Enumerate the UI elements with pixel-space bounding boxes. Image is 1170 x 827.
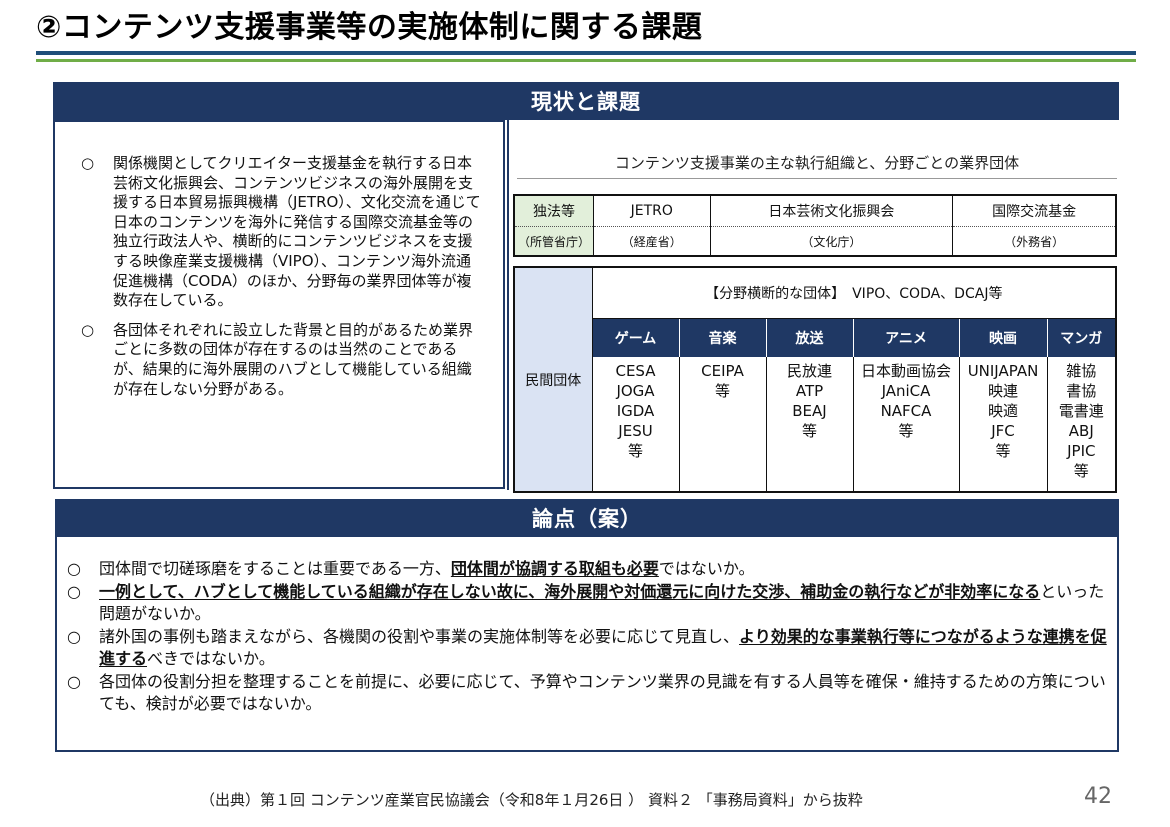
org-name: ABJ xyxy=(1068,422,1094,440)
iai-ministry-cell: （外務省） xyxy=(952,226,1116,256)
status-section-header: 現状と課題 xyxy=(53,82,1119,120)
org-name: 映適 xyxy=(987,402,1018,420)
issues-text-box: ○ 団体間で切磋琢磨をすることは重要である一方、団体間が協調する取組も必要ではな… xyxy=(55,537,1119,752)
issue-emphasis: 一例として、ハブとして機能している組織が存在しない故に、海外展開や対価還元に向け… xyxy=(99,582,1041,601)
issue-text: べきではないか。 xyxy=(147,649,275,668)
org-name: IGDA xyxy=(616,402,655,420)
issues-section-header: 論点（案） xyxy=(55,499,1119,537)
org-name: 等 xyxy=(627,442,643,460)
org-name: JPIC xyxy=(1067,442,1096,460)
issues-list: ○ 団体間で切磋琢磨をすることは重要である一方、団体間が協調する取組も必要ではな… xyxy=(67,558,1107,716)
status-bullet: ○ 関係機関としてクリエイター支援基金を執行する日本芸術文化振興会、コンテンツビ… xyxy=(81,154,483,311)
issue-text: 団体間で切磋琢磨をすることは重要である一方、 xyxy=(99,559,451,578)
issue-text: 諸外国の事例も踏まえながら、各機関の役割や事業の実施体制等を必要に応じて見直し、 xyxy=(99,627,740,646)
org-name: 等 xyxy=(995,442,1011,460)
status-bullet: ○ 各団体それぞれに設立した背景と目的があるため業界ごとに多数の団体が存在するの… xyxy=(81,321,483,399)
org-name: 日本動画協会 xyxy=(860,362,951,380)
private-label: 民間団体 xyxy=(514,267,592,492)
source-citation: （出典）第１回 コンテンツ産業官民協議会（令和8年１月26日 ） 資料２ 「事務… xyxy=(200,791,863,809)
org-chart-caption: コンテンツ支援事業の主な執行組織と、分野ごとの業界団体 xyxy=(614,154,1020,172)
org-name: JFC xyxy=(991,422,1015,440)
category-orgs: 雑協 書協 電書連 ABJ JPIC 等 xyxy=(1046,357,1117,492)
circle-bullet-icon: ○ xyxy=(81,154,95,172)
category-header: アニメ xyxy=(852,318,959,357)
status-bullet-text: 関係機関としてクリエイター支援基金を執行する日本芸術文化振興会、コンテンツビジネ… xyxy=(113,154,481,310)
category-header-row: ゲーム 音楽 放送 アニメ 映画 マンガ xyxy=(514,318,1117,357)
org-name: BEAJ xyxy=(792,402,827,420)
org-name: JOGA xyxy=(616,382,655,400)
issue-text: 各団体の役割分担を整理することを前提に、必要に応じて、予算やコンテンツ業界の見識… xyxy=(99,672,1106,713)
circle-bullet-icon: ○ xyxy=(67,582,81,601)
category-header: 音楽 xyxy=(678,318,766,357)
org-name: CEIPA xyxy=(701,362,744,380)
caption-underline xyxy=(517,178,1117,179)
org-name: 電書連 xyxy=(1058,402,1104,420)
circle-bullet-icon: ○ xyxy=(67,672,81,691)
issue-item: ○ 諸外国の事例も踏まえながら、各機関の役割や事業の実施体制等を必要に応じて見直… xyxy=(67,626,1107,670)
iai-name-cell: JETRO xyxy=(593,195,711,227)
org-name: UNIJAPAN xyxy=(967,362,1039,380)
org-name: 雑協 xyxy=(1066,362,1097,380)
iai-ministry-cell: （経産省） xyxy=(593,226,711,256)
category-orgs: 日本動画協会 JAniCA NAFCA 等 xyxy=(852,357,959,492)
category-orgs: 民放連 ATP BEAJ 等 xyxy=(765,357,853,492)
category-header: ゲーム xyxy=(591,318,679,357)
org-name: ATP xyxy=(795,382,824,400)
org-name: JESU xyxy=(618,422,653,440)
category-orgs: UNIJAPAN 映連 映適 JFC 等 xyxy=(958,357,1047,492)
category-header: 放送 xyxy=(765,318,853,357)
title-rule-blue xyxy=(36,51,1136,55)
org-name: 映連 xyxy=(987,382,1018,400)
category-orgs: CESA JOGA IGDA JESU 等 xyxy=(591,357,679,492)
issue-text: ではないか。 xyxy=(658,559,755,578)
issue-item: ○ 団体間で切磋琢磨をすることは重要である一方、団体間が協調する取組も必要ではな… xyxy=(67,558,1107,580)
issue-item: ○ 一例として、ハブとして機能している組織が存在しない故に、海外展開や対価還元に… xyxy=(67,581,1107,625)
org-name: JAniCA xyxy=(881,382,931,400)
iai-name-cell: 日本芸術文化振興会 xyxy=(709,195,953,227)
category-orgs-row: CESA JOGA IGDA JESU 等 CEIPA 等 民放連 ATP BE… xyxy=(514,357,1117,492)
category-header: マンガ xyxy=(1046,318,1117,357)
org-name: 等 xyxy=(714,382,730,400)
org-name: 書協 xyxy=(1066,382,1097,400)
page-number: 42 xyxy=(1084,784,1112,809)
iai-table: 独法等 JETRO 日本芸術文化振興会 国際交流基金 （所管省庁） （経産省） … xyxy=(513,194,1117,257)
circle-bullet-icon: ○ xyxy=(81,320,95,339)
status-bullet-list: ○ 関係機関としてクリエイター支援基金を執行する日本芸術文化振興会、コンテンツビ… xyxy=(81,154,483,409)
iai-ministry-row: （所管省庁） （経産省） （文化庁） （外務省） xyxy=(514,226,1116,256)
title-rule-green xyxy=(36,59,1136,62)
private-org-table: 民間団体 【分野横断的な団体】 VIPO、CODA、DCAJ等 ゲーム 音楽 放… xyxy=(513,266,1118,493)
iai-ministry-cell: （文化庁） xyxy=(709,226,953,256)
page-title: ②コンテンツ支援事業等の実施体制に関する課題 xyxy=(36,10,703,45)
circle-bullet-icon: ○ xyxy=(67,627,81,646)
org-name: 等 xyxy=(898,422,914,440)
status-bullet-text: 各団体それぞれに設立した背景と目的があるため業界ごとに多数の団体が存在するのは当… xyxy=(113,320,474,398)
issue-item: ○ 各団体の役割分担を整理することを前提に、必要に応じて、予算やコンテンツ業界の… xyxy=(67,671,1107,715)
org-name: NAFCA xyxy=(880,402,932,420)
org-chart-divider xyxy=(507,120,509,490)
iai-name-cell: 国際交流基金 xyxy=(952,195,1116,227)
org-chart-area: コンテンツ支援事業の主な執行組織と、分野ごとの業界団体 独法等 JETRO 日本… xyxy=(507,120,1119,493)
org-name: 等 xyxy=(1073,462,1089,480)
issue-emphasis: 団体間が協調する取組も必要 xyxy=(450,559,659,578)
org-name: 等 xyxy=(801,422,817,440)
category-orgs: CEIPA 等 xyxy=(678,357,766,492)
iai-label: 独法等 xyxy=(514,195,594,227)
circle-bullet-icon: ○ xyxy=(67,559,81,578)
org-name: CESA xyxy=(615,362,656,380)
cross-sector-cell: 【分野横断的な団体】 VIPO、CODA、DCAJ等 xyxy=(591,267,1117,319)
status-text-box: ○ 関係機関としてクリエイター支援基金を執行する日本芸術文化振興会、コンテンツビ… xyxy=(53,120,505,489)
cross-sector-row: 民間団体 【分野横断的な団体】 VIPO、CODA、DCAJ等 xyxy=(514,267,1117,492)
org-name: 民放連 xyxy=(786,362,832,380)
iai-name-row: 独法等 JETRO 日本芸術文化振興会 国際交流基金 xyxy=(514,195,1116,227)
ministry-label: （所管省庁） xyxy=(514,226,594,256)
category-header: 映画 xyxy=(958,318,1047,357)
